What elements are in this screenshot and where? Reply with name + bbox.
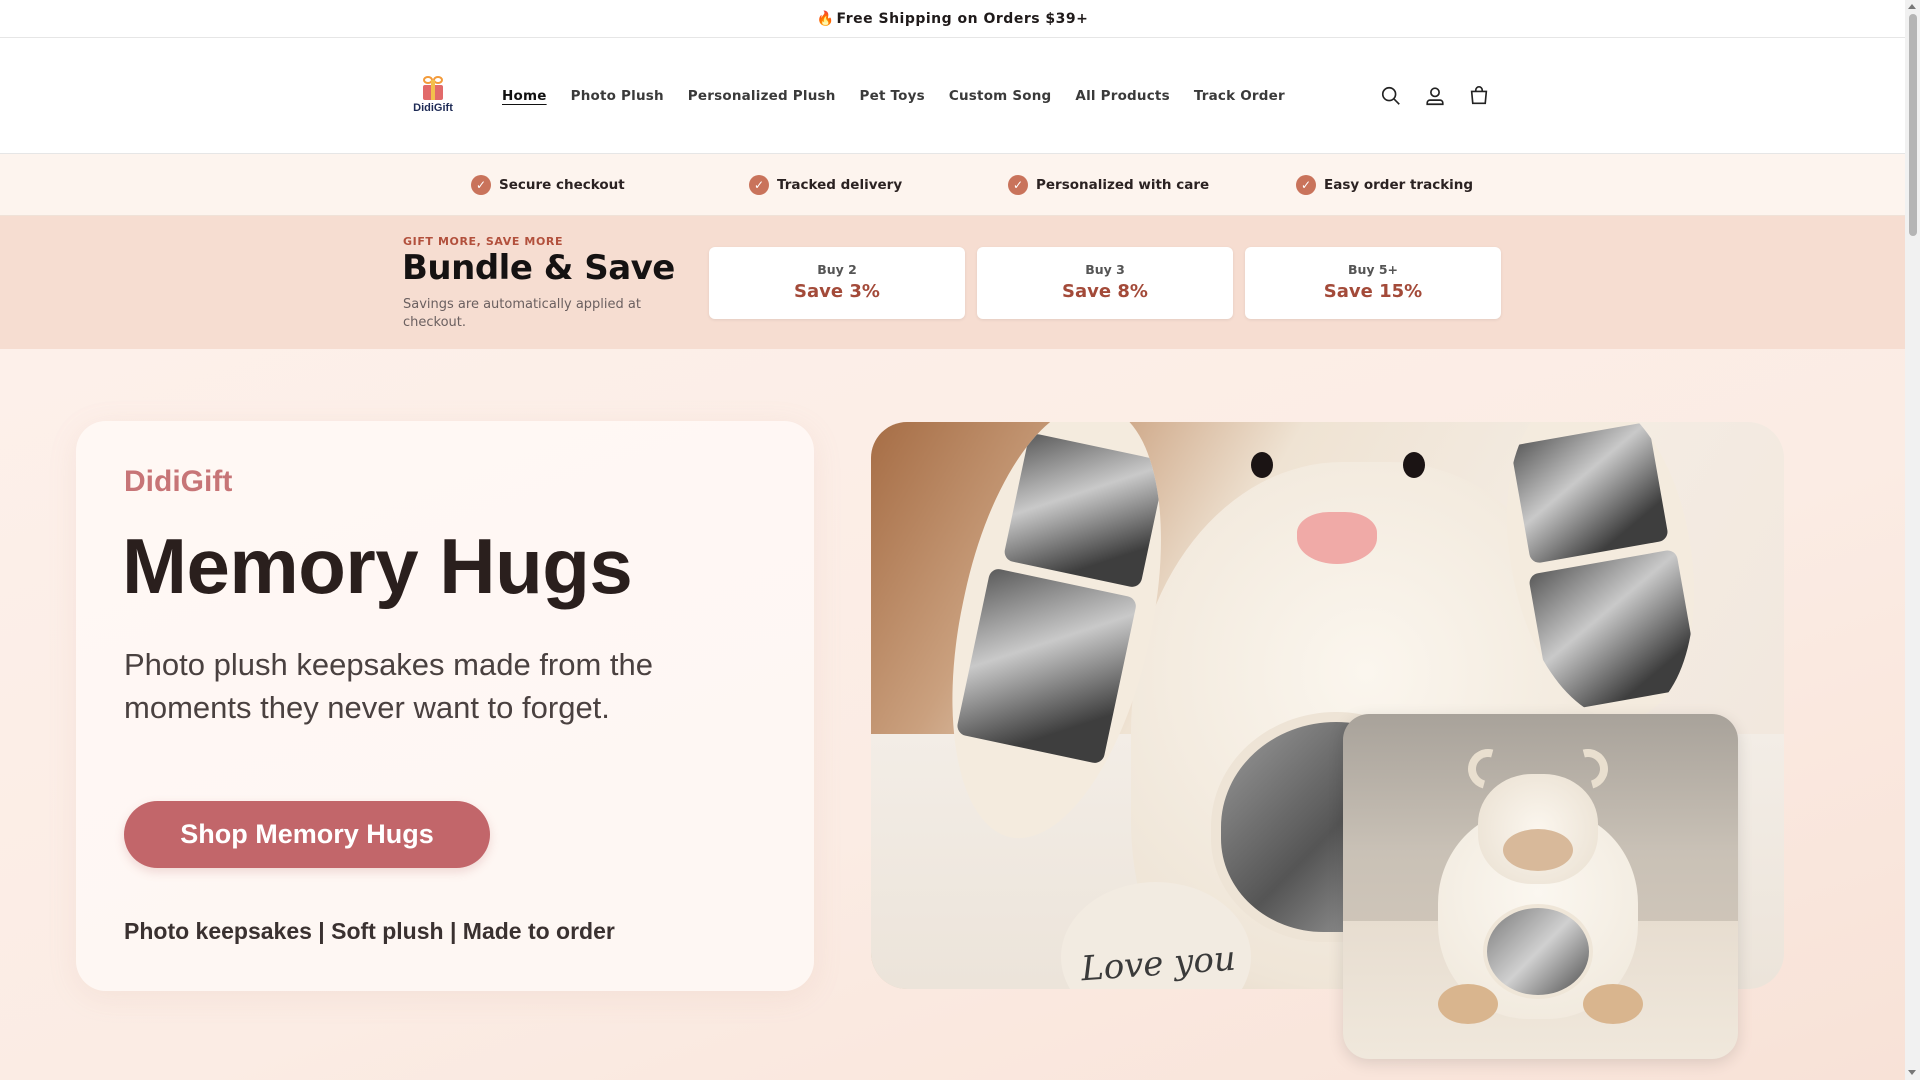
shop-memory-hugs-button[interactable]: Shop Memory Hugs: [124, 801, 490, 868]
bundle-tier[interactable]: Buy 3 Save 8%: [977, 247, 1233, 319]
bundle-section: GIFT MORE, SAVE MORE Bundle & Save Savin…: [0, 216, 1905, 350]
scrollbar[interactable]: [1905, 0, 1920, 1080]
search-icon[interactable]: [1380, 85, 1402, 107]
bundle-tier[interactable]: Buy 2 Save 3%: [709, 247, 965, 319]
nav-pet-toys[interactable]: Pet Toys: [860, 88, 925, 104]
scroll-down-arrow-icon[interactable]: [1908, 1070, 1916, 1075]
hero-section: DidiGift Memory Hugs Photo plush keepsak…: [0, 349, 1905, 1080]
check-icon: ✓: [1296, 175, 1316, 195]
nav-home[interactable]: Home: [502, 88, 547, 104]
bundle-subtitle: Savings are automatically applied at che…: [403, 297, 641, 330]
gift-logo-icon: [418, 76, 448, 100]
page: 🔥 Free Shipping on Orders $39+ DidiGift …: [0, 0, 1905, 1080]
tier-label: Buy 2: [817, 262, 857, 277]
tier-save: Save 3%: [794, 281, 880, 302]
hero-card: DidiGift Memory Hugs Photo plush keepsak…: [76, 421, 814, 991]
cart-icon[interactable]: [1468, 85, 1490, 107]
check-icon: ✓: [471, 175, 491, 195]
announcement-text: Free Shipping on Orders $39+: [836, 10, 1089, 27]
nav-custom-song[interactable]: Custom Song: [949, 88, 1052, 104]
hero-tagline: Photo keepsakes | Soft plush | Made to o…: [124, 918, 615, 944]
hero-brand: DidiGift: [124, 465, 233, 498]
trust-label: Secure checkout: [499, 177, 625, 193]
tier-label: Buy 5+: [1347, 262, 1399, 277]
hero-description: Photo plush keepsakes made from the mome…: [124, 647, 654, 725]
site-header: DidiGift Home Photo Plush Personalized P…: [0, 38, 1905, 154]
tier-save: Save 15%: [1323, 281, 1423, 302]
bundle-tier[interactable]: Buy 5+ Save 15%: [1245, 247, 1501, 319]
announcement-bar: 🔥 Free Shipping on Orders $39+: [0, 0, 1905, 38]
trust-label: Personalized with care: [1036, 177, 1210, 193]
tier-save: Save 8%: [1062, 281, 1148, 302]
trust-label: Tracked delivery: [777, 177, 903, 193]
bundle-title: Bundle & Save: [402, 248, 675, 288]
logo-text: DidiGift: [413, 102, 453, 114]
nav-personalized-plush[interactable]: Personalized Plush: [688, 88, 836, 104]
scroll-thumb[interactable]: [1909, 14, 1917, 236]
fire-icon: 🔥: [816, 10, 835, 27]
highland-cow-plush-image: [1343, 714, 1738, 1059]
header-icons: [1380, 38, 1490, 154]
trust-label: Easy order tracking: [1324, 177, 1474, 193]
trust-item: ✓ Tracked delivery: [749, 154, 902, 216]
logo[interactable]: DidiGift: [405, 76, 461, 120]
nav-all-products[interactable]: All Products: [1075, 88, 1169, 104]
main-nav: Home Photo Plush Personalized Plush Pet …: [502, 38, 1285, 154]
bundle-eyebrow: GIFT MORE, SAVE MORE: [403, 235, 564, 248]
check-icon: ✓: [749, 175, 769, 195]
tier-label: Buy 3: [1085, 262, 1125, 277]
nav-photo-plush[interactable]: Photo Plush: [571, 88, 664, 104]
check-icon: ✓: [1008, 175, 1028, 195]
scroll-up-arrow-icon[interactable]: [1908, 4, 1916, 9]
trust-item: ✓ Easy order tracking: [1296, 154, 1473, 216]
trust-item: ✓ Secure checkout: [471, 154, 625, 216]
hero-title: Memory Hugs: [122, 522, 633, 610]
trust-bar: ✓ Secure checkout ✓ Tracked delivery ✓ P…: [0, 154, 1905, 216]
trust-item: ✓ Personalized with care: [1008, 154, 1209, 216]
account-icon[interactable]: [1424, 85, 1446, 107]
nav-track-order[interactable]: Track Order: [1194, 88, 1285, 104]
